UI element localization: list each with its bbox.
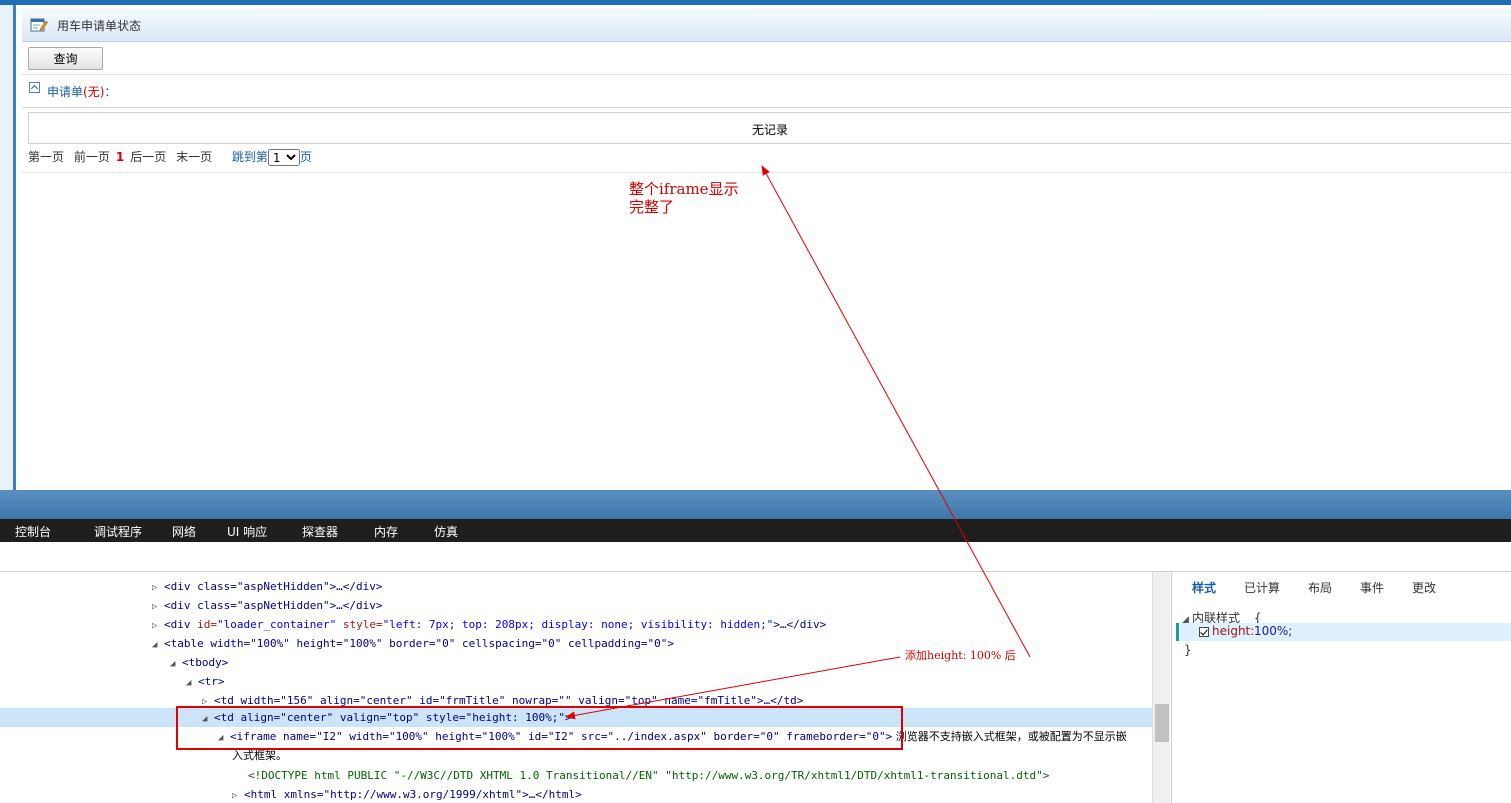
collapse-arrow-icon[interactable]: ◢ xyxy=(152,636,164,655)
application-colon: ： xyxy=(104,85,117,99)
dom-node[interactable]: ◢ <table width="100%" height="100%" borde… xyxy=(152,634,674,653)
annotation-line: 完整了 xyxy=(629,198,675,216)
dom-attr-value: "left: 7px; top: 208px; display: none; v… xyxy=(382,618,774,631)
scrollbar-thumb[interactable] xyxy=(1155,704,1169,742)
dom-text-node: 浏览器不支持嵌入式框架，或被配置为不显示嵌 xyxy=(892,730,1127,743)
dom-tree-panel: ▷ <div class="aspNetHidden">…</div> ▷ <div… xyxy=(0,572,1152,803)
frame-bottom-bar xyxy=(0,490,1511,519)
dom-doctype: <!DOCTYPE html PUBLIC "-//W3C//DTD XHTML… xyxy=(248,769,1050,782)
dom-attr-value: "loader_container" xyxy=(217,618,337,631)
property-checkbox[interactable] xyxy=(1199,627,1209,637)
dom-node-text: <tbody> xyxy=(182,656,229,669)
dom-node-text: <html xmlns="http://www.w3.org/1999/xhtm… xyxy=(244,788,582,801)
devtools-tab-ui-responsiveness[interactable]: UI 响应 xyxy=(227,523,267,540)
style-tab-events[interactable]: 事件 xyxy=(1360,579,1384,596)
devtools-toolbar xyxy=(0,542,1511,572)
style-tab-changes[interactable]: 更改 xyxy=(1412,579,1436,596)
collapse-arrow-icon[interactable]: ◢ xyxy=(170,655,182,674)
annotation-iframe-complete: 整个iframe显示 完整了 xyxy=(629,180,739,216)
dom-node-text: <div xyxy=(164,618,198,631)
top-accent-line xyxy=(0,0,1511,5)
collapse-section-icon[interactable] xyxy=(29,82,40,93)
style-tab-computed[interactable]: 已计算 xyxy=(1244,579,1280,596)
devtools-tab-debugger[interactable]: 调试程序 xyxy=(94,523,142,540)
records-table: 无记录 xyxy=(28,112,1511,144)
dom-node[interactable]: ▷ <div class="aspNetHidden">…</div> xyxy=(152,577,383,596)
pager-prev-link[interactable]: 前一页 xyxy=(74,150,110,164)
dom-node-text: <div class="aspNetHidden">…</div> xyxy=(164,580,383,593)
dom-node[interactable]: ◢ <tr> xyxy=(186,672,225,691)
dom-node-text: <tr> xyxy=(198,675,225,688)
query-button[interactable]: 查询 xyxy=(28,47,103,70)
pager-jump-suffix: 页 xyxy=(299,150,312,164)
pager-current-page: 1 xyxy=(115,150,125,164)
pager-page-select[interactable]: 1 xyxy=(267,149,300,166)
iframe-page: 用车申请单状态 查询 申请单(无)： 无记录 第一页 前一页 1 后一页 末一页 跳… xyxy=(22,8,1511,490)
form-edit-icon xyxy=(30,18,48,32)
empty-records-text: 无记录 xyxy=(751,123,788,137)
dom-attr-name: id= xyxy=(197,618,217,631)
annotation-line: 整个iframe显示 xyxy=(629,180,739,198)
dom-node[interactable]: ▷ <div id="loader_container" style="left:… xyxy=(152,615,826,634)
dom-node-text: <table width="100%" height="100%" border… xyxy=(164,637,674,650)
left-frame-rail xyxy=(0,5,16,490)
pager-jump-prefix: 跳到第 xyxy=(231,150,268,164)
dom-node[interactable]: ▷ <div class="aspNetHidden">…</div> xyxy=(152,596,383,615)
devtools-tab-bar: 控制台 调试程序 网络 UI 响应 探查器 内存 仿真 xyxy=(0,519,1511,542)
page-title: 用车申请单状态 xyxy=(57,19,142,33)
annotation-add-height: 添加height: 100% 后 xyxy=(905,649,1016,662)
styles-panel: 样式 已计算 布局 事件 更改 ◢ 内联样式 { height: 100%; } xyxy=(1171,572,1511,803)
devtools-tab-console[interactable]: 控制台 xyxy=(15,523,51,540)
annotation-highlight-box xyxy=(176,706,903,750)
collapse-arrow-icon[interactable]: ◢ xyxy=(186,674,198,693)
style-tab-layout[interactable]: 布局 xyxy=(1308,579,1332,596)
pager-last-link[interactable]: 末一页 xyxy=(176,150,212,164)
pager: 第一页 前一页 1 后一页 末一页 跳到第 1 页 xyxy=(28,148,312,166)
dom-node-text: <div class="aspNetHidden">…</div> xyxy=(164,599,383,612)
style-property-row[interactable]: height: 100%; xyxy=(1176,623,1511,641)
devtools-tab-emulation[interactable]: 仿真 xyxy=(434,523,458,540)
application-label: 申请单 xyxy=(47,85,84,99)
section-divider xyxy=(22,107,1511,108)
application-status: (无) xyxy=(83,85,105,99)
toolbar-divider xyxy=(22,74,1511,75)
dom-node[interactable]: <!DOCTYPE html PUBLIC "-//W3C//DTD XHTML… xyxy=(248,766,1049,785)
expand-arrow-icon[interactable]: ▷ xyxy=(232,787,244,803)
dom-attr-name: style= xyxy=(336,618,383,631)
property-value[interactable]: 100%; xyxy=(1254,624,1292,638)
devtools-tab-network[interactable]: 网络 xyxy=(172,523,196,540)
page-title-bar: 用车申请单状态 xyxy=(22,8,1511,42)
dom-tree-scrollbar[interactable] xyxy=(1152,572,1170,803)
dom-node[interactable]: ▷ <html xmlns="http://www.w3.org/1999/xht… xyxy=(232,785,582,803)
dom-node[interactable]: ◢ <tbody> xyxy=(170,653,228,672)
dom-node-text: >…</div> xyxy=(773,618,827,631)
page-bottom-line xyxy=(22,172,1511,173)
close-brace: } xyxy=(1184,643,1192,657)
screenshot-stage: 用车申请单状态 查询 申请单(无)： 无记录 第一页 前一页 1 后一页 末一页 跳… xyxy=(0,0,1511,803)
application-section-label: 申请单(无)： xyxy=(47,83,116,100)
pager-first-link[interactable]: 第一页 xyxy=(28,150,64,164)
property-name[interactable]: height: xyxy=(1212,624,1254,638)
pager-next-link[interactable]: 后一页 xyxy=(130,150,166,164)
devtools-tab-memory[interactable]: 内存 xyxy=(374,523,398,540)
devtools-tab-profiler[interactable]: 探查器 xyxy=(302,523,338,540)
style-tab-styles[interactable]: 样式 xyxy=(1192,579,1216,596)
